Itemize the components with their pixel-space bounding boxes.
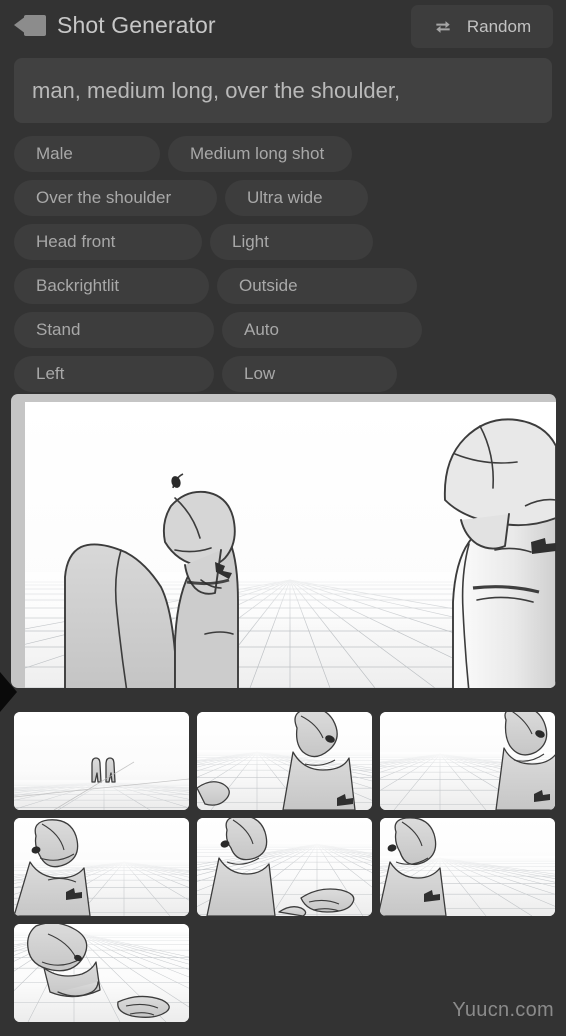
tag-chip-label: Light: [232, 232, 269, 251]
page-title: Shot Generator: [57, 11, 216, 38]
tag-chip[interactable]: Light: [210, 224, 373, 260]
title-group: Shot Generator: [14, 12, 216, 39]
tag-chip[interactable]: Low: [222, 356, 397, 392]
random-button[interactable]: Random: [411, 5, 553, 48]
thumbnail-illustration: [380, 818, 555, 916]
tag-chip[interactable]: Outside: [217, 268, 417, 304]
tag-chip-label: Over the shoulder: [36, 188, 172, 207]
tag-chip[interactable]: Left: [14, 356, 214, 392]
tag-chip-label: Low: [244, 364, 276, 383]
tag-chip-row: Head front Light: [14, 224, 552, 260]
thumbnail-illustration: [14, 818, 189, 916]
prompt-input-value: man, medium long, over the shoulder,: [32, 77, 401, 103]
shot-generator-app: Shot Generator Random man, medium long, …: [0, 0, 566, 1036]
preview-illustration: [25, 402, 556, 688]
tag-chip-row: Stand Auto: [14, 312, 552, 348]
tag-chip-row: Over the shoulder Ultra wide: [14, 180, 552, 216]
video-camera-icon: [14, 14, 46, 36]
tag-chip-label: Male: [36, 144, 73, 163]
tag-chip-label: Medium long shot: [190, 144, 325, 163]
prompt-input[interactable]: man, medium long, over the shoulder,: [14, 58, 552, 123]
thumbnail-item[interactable]: [380, 818, 555, 916]
shot-preview-canvas: [25, 402, 556, 688]
tag-chip[interactable]: Male: [14, 136, 160, 172]
thumbnail-illustration: [197, 818, 372, 916]
thumbnail-illustration: [14, 924, 189, 1022]
watermark: Yuucn.com: [452, 999, 554, 1021]
tag-chip-list: Male Medium long shot Over the shoulder Ult…: [14, 136, 552, 400]
thumbnail-item[interactable]: [14, 924, 189, 1022]
tag-chip-label: Backrightlit: [36, 276, 120, 295]
thumbnail-item[interactable]: [197, 818, 372, 916]
tag-chip-label: Head front: [36, 232, 116, 251]
tag-chip[interactable]: Stand: [14, 312, 214, 348]
thumbnail-illustration: [197, 712, 372, 810]
thumbnail-illustration: [380, 712, 555, 810]
tag-chip-label: Stand: [36, 320, 81, 339]
thumbnail-item[interactable]: [380, 712, 555, 810]
left-arrow-indicator[interactable]: [0, 672, 17, 712]
thumbnail-item[interactable]: [14, 712, 189, 810]
thumbnail-illustration: [14, 712, 189, 810]
thumbnail-item[interactable]: [14, 818, 189, 916]
tag-chip[interactable]: Ultra wide: [225, 180, 368, 216]
tag-chip-row: Left Low: [14, 356, 552, 392]
thumbnail-grid: [14, 712, 556, 1022]
tag-chip[interactable]: Medium long shot: [168, 136, 352, 172]
tag-chip[interactable]: Backrightlit: [14, 268, 209, 304]
tag-chip-row: Backrightlit Outside: [14, 268, 552, 304]
shuffle-icon: [436, 20, 450, 33]
random-button-label: Random: [466, 16, 532, 36]
app-header: Shot Generator Random: [0, 0, 566, 50]
shot-preview[interactable]: [11, 394, 556, 688]
tag-chip[interactable]: Head front: [14, 224, 202, 260]
tag-chip-label: Ultra wide: [247, 188, 323, 207]
tag-chip-label: Outside: [239, 276, 298, 295]
tag-chip-row: Male Medium long shot: [14, 136, 552, 172]
tag-chip[interactable]: Auto: [222, 312, 422, 348]
tag-chip[interactable]: Over the shoulder: [14, 180, 217, 216]
thumbnail-item[interactable]: [197, 712, 372, 810]
tag-chip-label: Auto: [244, 320, 279, 339]
tag-chip-label: Left: [36, 364, 65, 383]
